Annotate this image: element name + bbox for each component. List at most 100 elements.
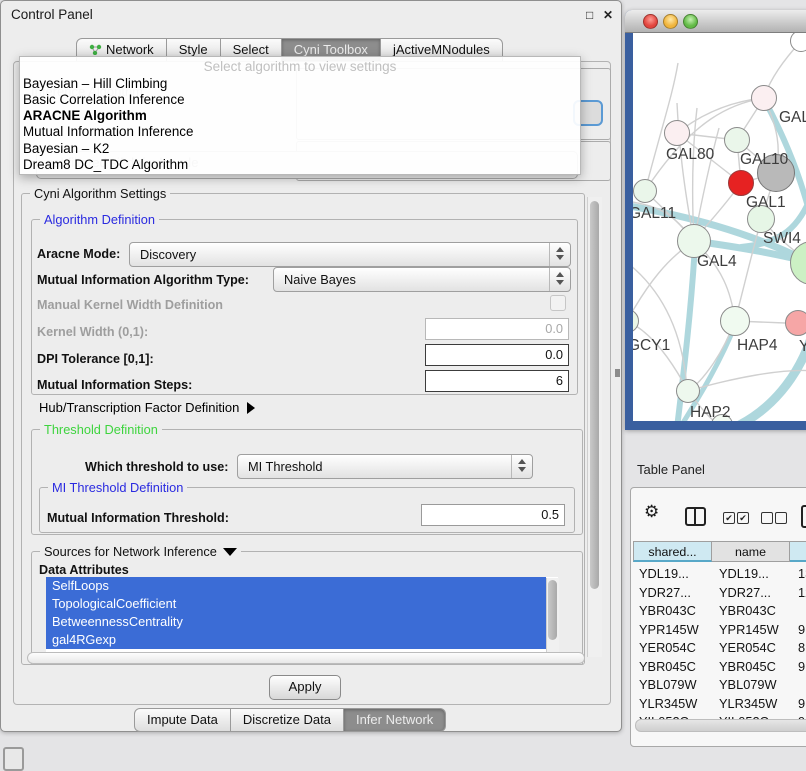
column-header-partial[interactable] bbox=[790, 541, 806, 562]
node-gal11[interactable] bbox=[633, 179, 657, 203]
attributes-scrollbar-thumb[interactable] bbox=[548, 580, 557, 640]
which-threshold-select[interactable]: MI Threshold bbox=[237, 454, 533, 479]
zoom-traffic-light-icon[interactable] bbox=[683, 14, 698, 29]
settings-vertical-scrollbar[interactable] bbox=[587, 197, 602, 657]
close-icon[interactable]: ✕ bbox=[603, 8, 613, 22]
checked-checkbox-icon[interactable]: ✔ bbox=[723, 512, 735, 524]
collapsed-arrow-icon[interactable] bbox=[247, 402, 255, 414]
mi-steps-field[interactable]: 6 bbox=[425, 370, 569, 392]
combo-stepper-icon bbox=[549, 268, 570, 291]
gear-icon[interactable]: ⚙ bbox=[644, 503, 659, 520]
tab-impute-data[interactable]: Impute Data bbox=[134, 708, 231, 732]
data-attributes-list: SelfLoops TopologicalCoefficient Between… bbox=[46, 577, 558, 653]
mi-algorithm-type-value: Naive Bayes bbox=[284, 272, 356, 287]
panel-splitter-handle[interactable] bbox=[615, 369, 620, 377]
cyni-algorithm-settings-title: Cyni Algorithm Settings bbox=[30, 186, 170, 201]
mi-algorithm-type-select[interactable]: Naive Bayes bbox=[273, 267, 571, 292]
node-label-hap4: HAP4 bbox=[737, 337, 778, 355]
tab-jactivemnodules-label: jActiveMNodules bbox=[393, 42, 490, 57]
table-row[interactable]: YBR045CYBR045C9. bbox=[633, 658, 806, 677]
node-label-gal80: GAL80 bbox=[666, 146, 714, 164]
dropdown-item-dream8[interactable]: Dream8 DC_TDC Algorithm bbox=[23, 157, 188, 172]
network-window-titlebar[interactable] bbox=[625, 10, 806, 33]
algorithm-dropdown-list: Select algorithm to view settings Bayesi… bbox=[19, 56, 581, 175]
attributes-vertical-scrollbar[interactable] bbox=[546, 578, 559, 652]
table-row[interactable]: YBR043CYBR043C bbox=[633, 602, 806, 621]
split-columns-icon[interactable] bbox=[685, 507, 706, 526]
dropdown-item-aracne[interactable]: ARACNE Algorithm bbox=[23, 108, 147, 123]
node-gal80[interactable] bbox=[664, 120, 690, 146]
node-hap2[interactable] bbox=[676, 379, 700, 403]
list-item-selfloops[interactable]: SelfLoops bbox=[46, 577, 546, 595]
cyni-bottom-tabs: Impute Data Discretize Data Infer Networ… bbox=[134, 708, 446, 730]
expanded-arrow-icon[interactable] bbox=[223, 548, 237, 556]
data-attributes-label: Data Attributes bbox=[39, 563, 129, 577]
table-row[interactable]: YBL079WYBL079W bbox=[633, 676, 806, 695]
table-row[interactable]: YDL19...YDL19...13 bbox=[633, 565, 806, 584]
unchecked-checkbox-icon[interactable] bbox=[761, 512, 773, 524]
dropdown-placeholder: Select algorithm to view settings bbox=[20, 59, 580, 74]
control-panel-titlebar[interactable]: Control Panel □ ✕ bbox=[1, 1, 621, 27]
checked-checkbox-icon[interactable]: ✔ bbox=[737, 512, 749, 524]
kernel-width-field[interactable]: 0.0 bbox=[425, 318, 569, 340]
tab-impute-data-label: Impute Data bbox=[147, 712, 218, 727]
dropdown-item-bayesian-k2[interactable]: Bayesian – K2 bbox=[23, 141, 109, 156]
table-row[interactable]: YDR27...YDR27...12 bbox=[633, 584, 806, 603]
apply-button[interactable]: Apply bbox=[269, 675, 341, 700]
node-label-salmon-partial: Y bbox=[799, 338, 806, 356]
minimize-traffic-light-icon[interactable] bbox=[663, 14, 678, 29]
tab-network-label: Network bbox=[106, 42, 154, 57]
node-label-gcy1: GCY1 bbox=[633, 337, 670, 355]
settings-horizontal-scrollbar[interactable] bbox=[27, 652, 585, 664]
aracne-mode-value: Discovery bbox=[140, 247, 196, 262]
column-header-shared[interactable]: shared... bbox=[633, 541, 712, 562]
manual-kernel-width-label: Manual Kernel Width Definition bbox=[37, 298, 223, 312]
list-item-gal4rgexp[interactable]: gal4RGexp bbox=[46, 631, 546, 649]
node-label-gal10: GAL10 bbox=[740, 151, 788, 169]
hub-tf-definition-toggle[interactable]: Hub/Transcription Factor Definition bbox=[39, 400, 255, 415]
mi-algorithm-type-label: Mutual Information Algorithm Type: bbox=[37, 273, 249, 287]
manual-kernel-width-checkbox[interactable] bbox=[550, 295, 566, 311]
node-hap4[interactable] bbox=[720, 306, 750, 336]
node-gal10[interactable] bbox=[724, 127, 750, 153]
node-red-selected[interactable] bbox=[728, 170, 754, 196]
unchecked-checkbox-icon[interactable] bbox=[775, 512, 787, 524]
mi-threshold-label: Mutual Information Threshold: bbox=[47, 511, 229, 525]
tab-cyni-toolbox-label: Cyni Toolbox bbox=[294, 42, 368, 57]
close-traffic-light-icon[interactable] bbox=[643, 14, 658, 29]
node-gal-partial[interactable] bbox=[751, 85, 777, 111]
float-window-icon[interactable]: □ bbox=[586, 8, 593, 22]
list-item-betweennesscentrality[interactable]: BetweennessCentrality bbox=[46, 613, 546, 631]
hub-tf-definition-label: Hub/Transcription Factor Definition bbox=[39, 400, 239, 415]
dropdown-item-bayesian-hill-climbing[interactable]: Bayesian – Hill Climbing bbox=[23, 76, 167, 91]
table-row[interactable]: YPR145WYPR145W9. bbox=[633, 621, 806, 640]
table-toolbar-icon-partial[interactable] bbox=[801, 505, 806, 528]
dropdown-item-mutual-information[interactable]: Mutual Information Inference bbox=[23, 124, 193, 139]
mi-steps-label: Mutual Information Steps: bbox=[37, 378, 192, 392]
sources-title-text: Sources for Network Inference bbox=[44, 544, 217, 559]
dropdown-item-basic-correlation[interactable]: Basic Correlation Inference bbox=[23, 92, 185, 107]
combo-stepper-icon bbox=[511, 455, 532, 478]
table-row[interactable]: YER054CYER054C8. bbox=[633, 639, 806, 658]
column-header-name[interactable]: name bbox=[712, 541, 790, 562]
which-threshold-label: Which threshold to use: bbox=[85, 460, 228, 474]
threshold-definition-title: Threshold Definition bbox=[40, 422, 162, 437]
network-icon bbox=[89, 40, 102, 51]
list-item-topologicalcoefficient[interactable]: TopologicalCoefficient bbox=[46, 595, 546, 613]
minimized-panel-icon[interactable] bbox=[3, 747, 24, 771]
tab-discretize-data[interactable]: Discretize Data bbox=[231, 708, 344, 732]
sources-group-title: Sources for Network Inference bbox=[40, 544, 241, 559]
node-label-gal4: GAL4 bbox=[697, 253, 737, 271]
network-canvas[interactable]: GAL GAL80 GAL10 GAL1 GAL11 SWI4 GAL4 GCY… bbox=[633, 33, 806, 421]
table-row[interactable]: YLR345WYLR345W9. bbox=[633, 695, 806, 714]
settings-scrollbar-thumb[interactable] bbox=[590, 201, 599, 589]
aracne-mode-select[interactable]: Discovery bbox=[129, 242, 571, 267]
node-salmon[interactable] bbox=[785, 310, 806, 336]
dpi-tolerance-field[interactable]: 0.0 bbox=[425, 344, 569, 366]
combo-stepper-icon bbox=[549, 243, 570, 266]
tab-infer-network[interactable]: Infer Network bbox=[344, 708, 446, 732]
network-edges bbox=[633, 33, 806, 421]
mi-threshold-field[interactable]: 0.5 bbox=[421, 504, 565, 526]
table-horizontal-scrollbar[interactable] bbox=[635, 719, 806, 732]
tab-style-label: Style bbox=[179, 42, 208, 57]
